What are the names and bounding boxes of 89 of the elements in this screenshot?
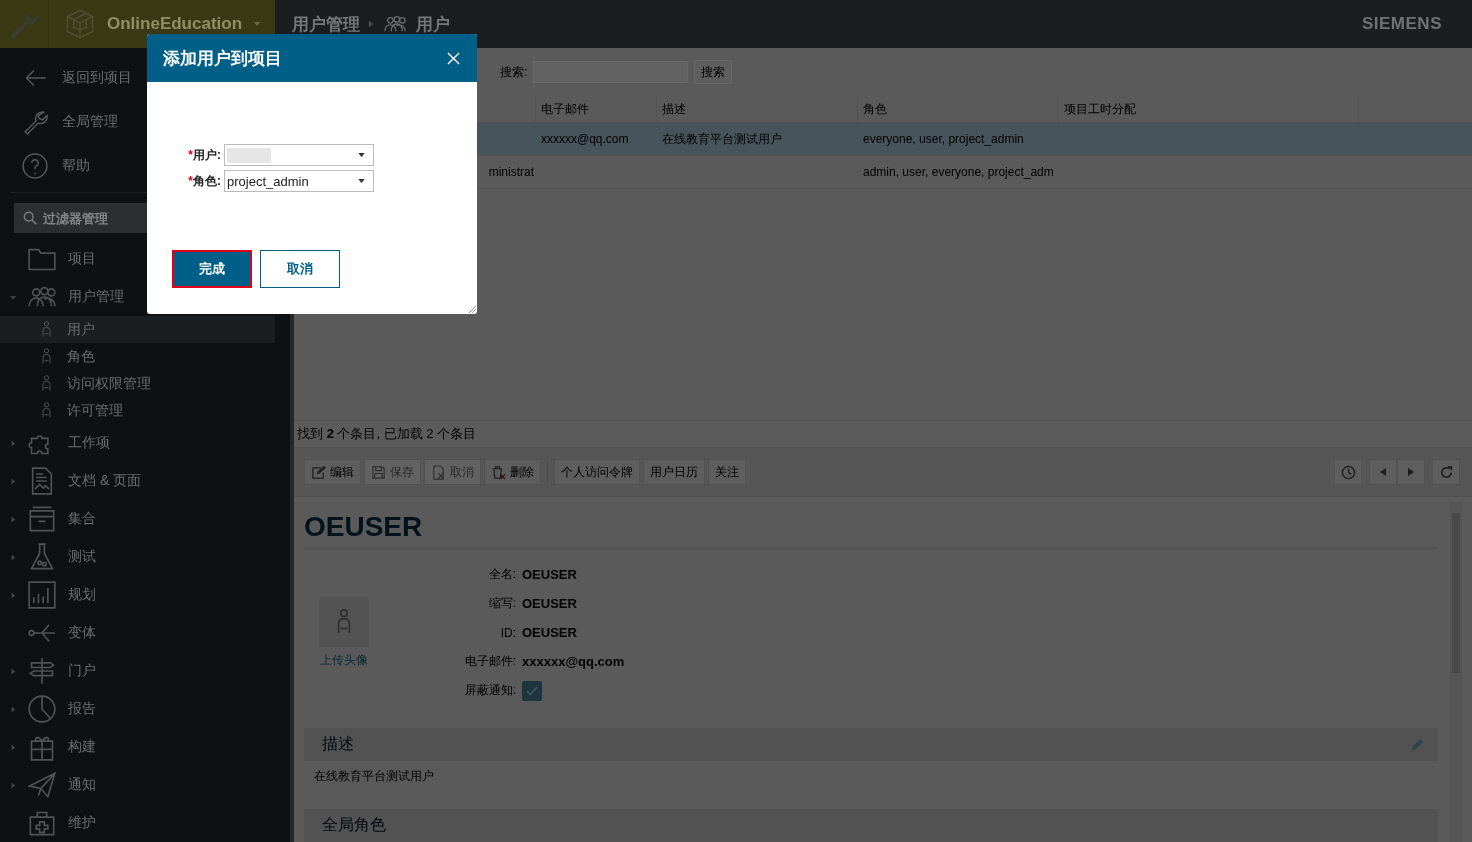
sidebar-item[interactable]: 维护 (0, 804, 290, 842)
column-header[interactable]: 描述 (656, 96, 857, 122)
pie-chart-icon (28, 695, 56, 723)
upload-avatar-link[interactable]: 上传头像 (319, 651, 368, 669)
dropdown[interactable]: project_admin (224, 170, 374, 192)
redacted-value (227, 147, 271, 163)
history-button[interactable] (1334, 459, 1362, 485)
help-icon (22, 153, 48, 179)
clock-icon (1340, 464, 1356, 480)
edit-button[interactable]: 编辑 (304, 459, 361, 485)
sidebar-item[interactable]: 报告 (0, 690, 290, 728)
table-cell: xxxxxx@qq.com (541, 132, 629, 146)
column-header[interactable]: 项目工时分配 (1058, 96, 1358, 122)
sidebar-item[interactable]: 通知 (0, 766, 290, 804)
cancel-button[interactable]: 取消 (260, 250, 340, 288)
field-label: ID: (499, 625, 517, 640)
toolbar-button[interactable]: 个人访问令牌 (554, 459, 640, 485)
chart-icon (28, 581, 56, 609)
sidebar-item[interactable]: 构建 (0, 728, 290, 766)
wrench-icon (22, 109, 48, 135)
sidebar-item[interactable]: 全局管理 (0, 100, 290, 144)
field-label: 电子邮件: (463, 653, 517, 670)
sidebar-item[interactable]: 测试 (0, 538, 290, 576)
signpost-icon (28, 657, 56, 685)
cube-icon (65, 9, 95, 39)
search-label: 搜索: (500, 63, 528, 81)
close-icon[interactable] (447, 51, 460, 65)
field-value: OEUSER (522, 567, 577, 582)
field-value: OEUSER (522, 596, 577, 611)
field-label: 全名: (487, 566, 517, 583)
sidebar-item[interactable]: 集合 (0, 500, 290, 538)
resize-grip-icon[interactable] (468, 305, 476, 313)
field-label: *角色: (187, 172, 221, 190)
toolbar-button[interactable]: 关注 (708, 459, 746, 485)
wrench-icon (9, 9, 39, 39)
dropdown-caret-icon (358, 153, 365, 157)
refresh-button[interactable] (1432, 459, 1460, 485)
flask-icon (28, 543, 56, 571)
delete-icon (491, 464, 506, 480)
dropdown-caret-icon (358, 179, 365, 183)
field-value: xxxxxx@qq.com (522, 654, 625, 669)
caret-right-icon (1408, 468, 1414, 476)
previous-button[interactable] (1369, 459, 1397, 485)
checkmark-icon (526, 685, 538, 696)
table-cell: ministrat (488, 165, 534, 179)
search-icon (23, 211, 37, 225)
status-text: 找到 2 个条目, 已加载 2 个条目 (297, 425, 477, 443)
field-label: 屏蔽通知: (463, 682, 517, 699)
box-icon (28, 505, 56, 533)
field-label: 缩写: (487, 595, 517, 612)
checkbox[interactable] (522, 680, 542, 701)
sidebar-subitem[interactable]: 许可管理 (0, 397, 275, 424)
sidebar-subitem[interactable]: 访问权限管理 (0, 370, 275, 397)
page-title: OEUSER (304, 511, 1438, 550)
first-aid-kit-icon (28, 809, 56, 837)
caret-left-icon (1380, 468, 1386, 476)
save-icon (371, 464, 386, 480)
sidebar-item[interactable]: 变体 (0, 614, 290, 652)
toolbar-button[interactable]: 用户日历 (643, 459, 705, 485)
delete-button[interactable]: 删除 (484, 459, 541, 485)
brand-name: SIEMENS (1361, 14, 1442, 34)
search-button[interactable]: 搜索 (694, 60, 733, 84)
sidebar-item[interactable]: 文档 & 页面 (0, 462, 290, 500)
dialog-title: 添加用户到项目 (163, 47, 282, 70)
dropdown[interactable] (224, 144, 374, 166)
section-text: 在线教育平台测试用户 (313, 767, 435, 785)
breadcrumb-link[interactable]: 用户管理 (292, 12, 360, 36)
column-header[interactable]: 电子邮件 (535, 96, 656, 122)
sidebar-item[interactable]: 规划 (0, 576, 290, 614)
next-button[interactable] (1397, 459, 1425, 485)
table-cell: 在线教育平台测试用户 (662, 130, 782, 148)
section-title: 全局角色 (322, 814, 386, 835)
sidebar-subitem[interactable]: 角色 (0, 343, 275, 370)
paper-plane-icon (28, 771, 56, 799)
finish-button[interactable]: 完成 (172, 250, 252, 288)
table-cell: admin, user, everyone, project_adm (863, 165, 1054, 179)
breadcrumb-link[interactable]: 用户 (416, 12, 450, 36)
field-label: *用户: (187, 146, 221, 164)
sidebar-subitem[interactable]: 用户 (0, 316, 275, 343)
field-value: OEUSER (522, 625, 577, 640)
table-cell: everyone, user, project_admin (863, 132, 1024, 146)
cancel-icon (431, 464, 446, 480)
column-header[interactable]: 角色 (857, 96, 1058, 122)
sidebar-item[interactable]: 工作项 (0, 424, 290, 462)
sidebar-item[interactable]: 门户 (0, 652, 290, 690)
edit-icon (311, 464, 326, 480)
breadcrumb-arrow-icon (368, 20, 374, 28)
refresh-icon (1438, 464, 1454, 480)
section-title: 描述 (322, 733, 354, 754)
